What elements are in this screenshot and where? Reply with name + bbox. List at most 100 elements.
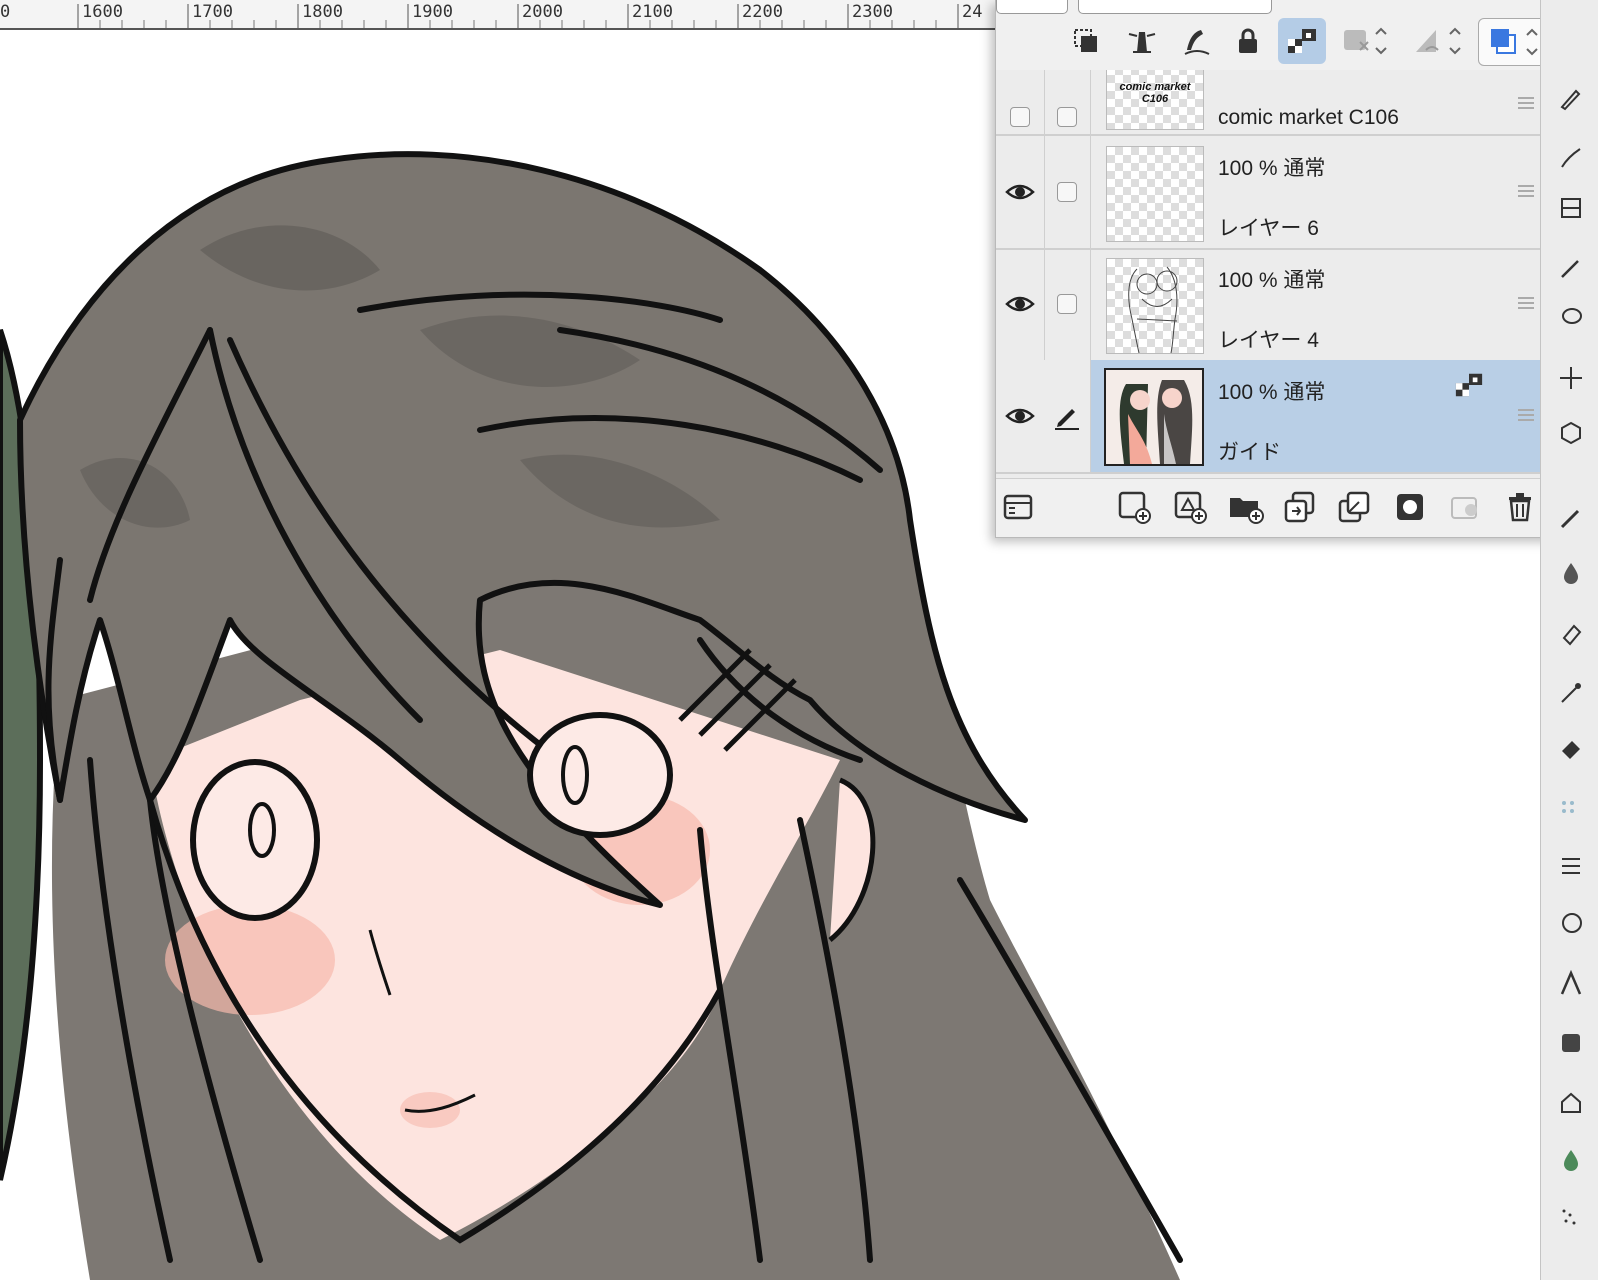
lock-toggle[interactable]	[1044, 136, 1091, 248]
lock-toggle[interactable]	[1044, 248, 1091, 360]
ruler-label: 1900	[412, 2, 453, 22]
tool-pencil[interactable]	[1551, 500, 1591, 536]
color-icon	[1491, 28, 1538, 56]
visibility-toggle[interactable]	[996, 136, 1045, 248]
tool-ruler[interactable]	[1551, 190, 1591, 226]
camera-layer-icon	[1451, 497, 1477, 519]
draft-layer-button[interactable]	[1172, 18, 1220, 64]
layer-opacity-blend: 100 % 通常	[1218, 157, 1326, 180]
camera-layer-button[interactable]	[1448, 489, 1484, 525]
lock-checkbox[interactable]	[1057, 182, 1077, 202]
merge-layer-button[interactable]	[1336, 489, 1372, 525]
merge-layer-icon	[1338, 491, 1370, 523]
layer-property-button[interactable]	[1000, 489, 1036, 525]
lock-transparency-icon	[1455, 373, 1483, 397]
mask-enable-button[interactable]	[1338, 18, 1394, 64]
tool-balloon[interactable]	[1551, 1085, 1591, 1121]
tool-dropper[interactable]	[1551, 250, 1591, 286]
tool-move[interactable]	[1551, 360, 1591, 396]
layer-opacity-blend: 100 % 通常	[1218, 381, 1326, 404]
tool-3d[interactable]	[1551, 415, 1591, 451]
visibility-checkbox[interactable]	[1010, 107, 1030, 127]
tool-fill[interactable]	[1551, 730, 1591, 766]
ruler-label: 1600	[82, 2, 123, 22]
create-mask-button[interactable]	[1392, 489, 1428, 525]
lines-icon	[1562, 858, 1580, 874]
drag-handle[interactable]	[1518, 182, 1534, 200]
blend-mode-select[interactable]	[996, 0, 1068, 14]
layer-list[interactable]: comic market C106 comic market C106 100 …	[996, 70, 1564, 478]
transparency-lock-badge	[1454, 370, 1484, 405]
visibility-toggle[interactable]	[996, 70, 1045, 134]
draft-layer-icon	[1184, 30, 1210, 55]
lock-icon	[1239, 28, 1257, 53]
drag-handle[interactable]	[1518, 406, 1534, 424]
delete-layer-button[interactable]	[1502, 489, 1538, 525]
pencil-icon	[1560, 509, 1580, 529]
mask-icon	[1397, 494, 1423, 520]
horizontal-ruler[interactable]: 0 1600 1700 1800 1900 2000 2100 2200 230…	[0, 0, 1000, 30]
drag-handle[interactable]	[1518, 294, 1534, 312]
visibility-toggle[interactable]	[996, 360, 1045, 472]
illustration-thumbnail-icon	[1106, 370, 1202, 464]
tool-pen[interactable]	[1551, 80, 1591, 116]
green-drop-icon	[1564, 1150, 1578, 1171]
tool-figure[interactable]	[1551, 905, 1591, 941]
visibility-toggle[interactable]	[996, 248, 1045, 360]
layer-thumbnail	[1106, 146, 1204, 242]
lock-checkbox[interactable]	[1057, 294, 1077, 314]
tool-liquify[interactable]	[1551, 1142, 1591, 1178]
layer-row-selected[interactable]: 100 % 通常 ガイド	[996, 360, 1564, 474]
house-icon	[1561, 1092, 1581, 1113]
tool-lines[interactable]	[1551, 848, 1591, 884]
layer-name: comic market C106	[1218, 106, 1399, 129]
eye-icon	[1005, 184, 1035, 200]
ruler-label: 0	[0, 2, 11, 22]
layer-row[interactable]: 100 % 通常 レイヤー 6	[996, 136, 1564, 250]
mask-icon	[1344, 27, 1387, 55]
clip-layer-button[interactable]	[1062, 18, 1110, 64]
lock-checkbox[interactable]	[1057, 107, 1077, 127]
lock-toggle[interactable]	[1044, 70, 1091, 134]
tool-brush[interactable]	[1551, 140, 1591, 176]
ruler-label: 24	[962, 2, 983, 22]
tool-text[interactable]	[1551, 965, 1591, 1001]
tool-spray[interactable]	[1551, 1200, 1591, 1236]
panel-top-row	[996, 0, 1580, 14]
drag-handle[interactable]	[1518, 94, 1534, 112]
thumbnail-text: comic market C106	[1119, 81, 1191, 105]
duplicate-layer-button[interactable]	[1282, 489, 1318, 525]
layer-thumbnail: comic market C106	[1106, 70, 1204, 130]
lasso-icon	[1562, 308, 1582, 324]
new-vector-layer-button[interactable]	[1172, 489, 1208, 525]
palette-color-button[interactable]	[1408, 18, 1468, 64]
duplicate-layer-icon	[1284, 491, 1315, 523]
layer-filter-select[interactable]	[1078, 0, 1272, 14]
layer-row[interactable]: 100 % 通常 レイヤー 4	[996, 248, 1564, 362]
reference-layer-button[interactable]	[1118, 18, 1166, 64]
layer-panel: comic market C106 comic market C106 100 …	[995, 0, 1580, 538]
layer-row[interactable]: comic market C106 comic market C106	[996, 70, 1564, 136]
tool-lasso[interactable]	[1551, 300, 1591, 336]
layer-thumbnail	[1106, 258, 1204, 354]
tool-eraser[interactable]	[1551, 615, 1591, 651]
tool-frame[interactable]	[1551, 1025, 1591, 1061]
new-folder-icon	[1230, 498, 1264, 524]
decoration-icon	[1561, 683, 1581, 703]
eye-icon	[1005, 296, 1035, 312]
ruler-icon	[1561, 198, 1581, 218]
move-icon	[1560, 367, 1582, 389]
lock-transparency-button[interactable]	[1278, 18, 1326, 64]
tool-decoration[interactable]	[1551, 675, 1591, 711]
edit-target-toggle[interactable]	[1044, 360, 1091, 472]
tool-blend[interactable]	[1551, 555, 1591, 591]
new-folder-button[interactable]	[1228, 489, 1264, 525]
pen-icon	[1055, 409, 1079, 430]
eraser-icon	[1562, 624, 1582, 646]
tool-gradient-dots[interactable]	[1551, 790, 1591, 826]
tool-strip	[1540, 0, 1598, 1280]
layer-opacity-blend: 100 % 通常	[1218, 269, 1326, 292]
lock-layer-button[interactable]	[1224, 18, 1272, 64]
ruler-label: 2200	[742, 2, 783, 22]
new-raster-layer-button[interactable]	[1116, 489, 1152, 525]
